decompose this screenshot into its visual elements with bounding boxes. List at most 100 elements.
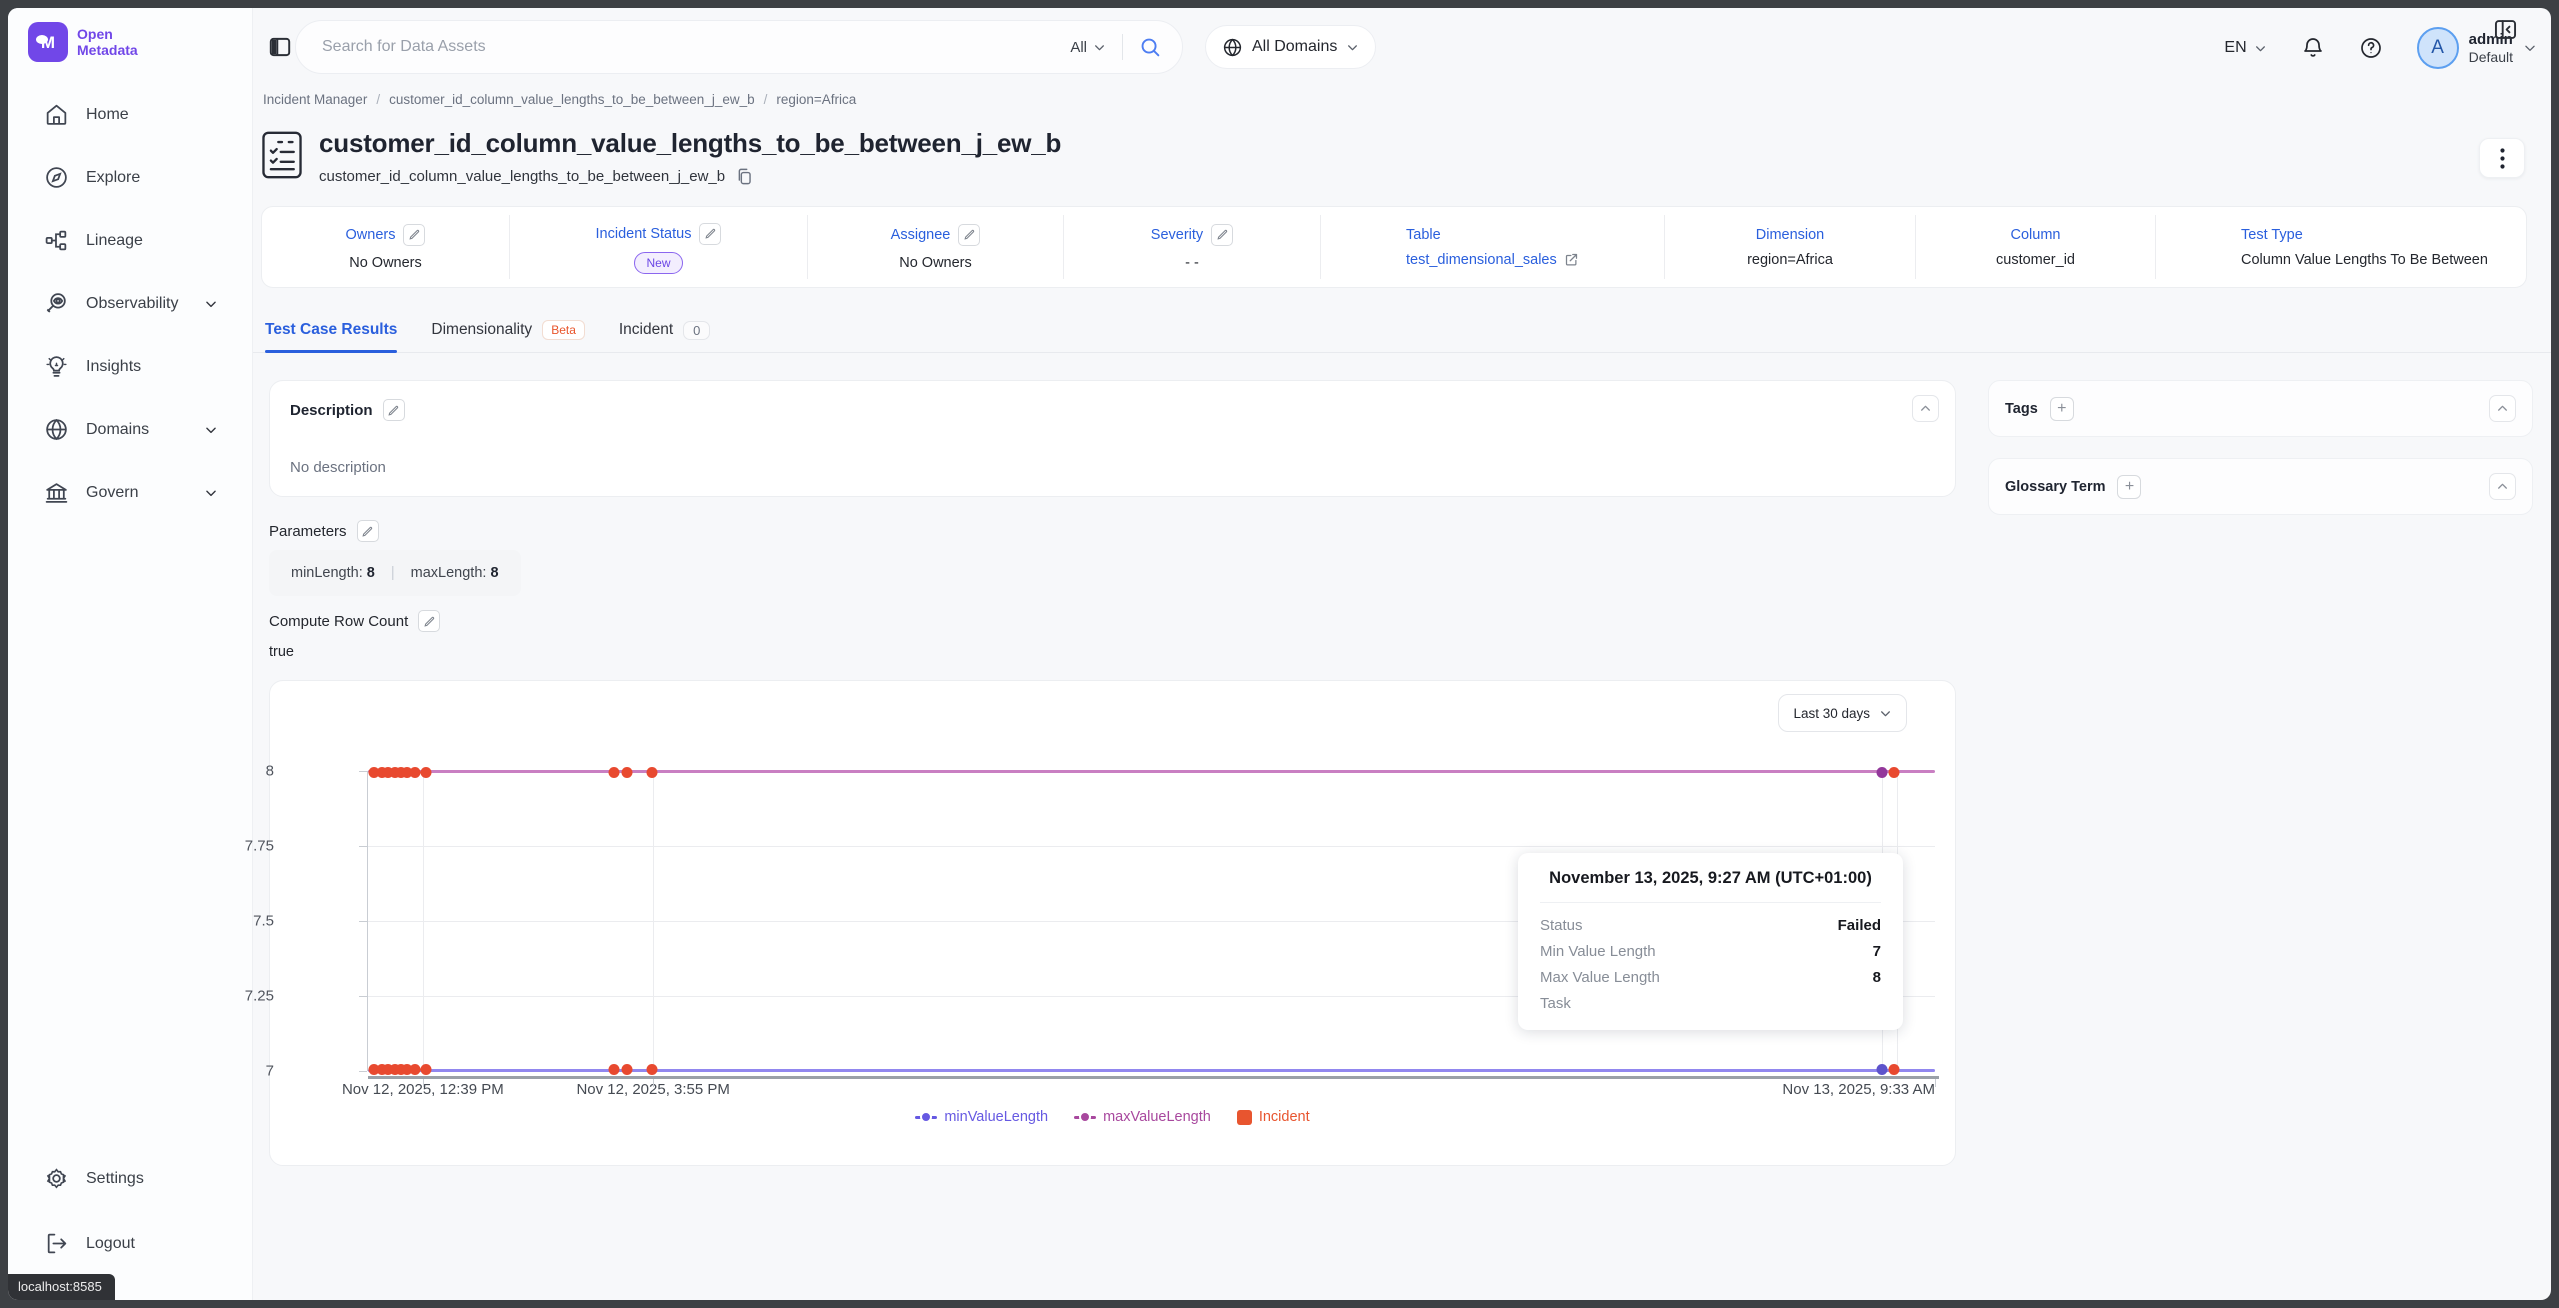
collapse-tags-button[interactable] — [2489, 395, 2516, 422]
incident-dot[interactable] — [420, 1064, 431, 1075]
copy-icon[interactable] — [735, 167, 754, 186]
sidebar-item-label: Settings — [86, 1170, 144, 1188]
incident-dot[interactable] — [646, 767, 657, 778]
sidebar-item-insights[interactable]: Insights — [8, 348, 252, 385]
breadcrumb-item[interactable]: customer_id_column_value_lengths_to_be_b… — [389, 92, 755, 107]
legend-label: Incident — [1259, 1109, 1310, 1125]
sidebar-item-logout[interactable]: Logout — [8, 1225, 252, 1262]
edit-compute-row-count-button[interactable] — [418, 610, 440, 632]
description-empty-text: No description — [290, 459, 1935, 476]
search-input[interactable] — [322, 38, 1070, 56]
sidebar-item-observability[interactable]: Observability — [8, 285, 252, 322]
param-name: maxLength: — [411, 565, 487, 581]
breadcrumb-item[interactable]: region=Africa — [776, 92, 856, 107]
edit-description-button[interactable] — [383, 399, 405, 421]
time-range-label: Last 30 days — [1793, 706, 1870, 721]
search-scope-dropdown[interactable]: All — [1070, 39, 1106, 56]
notifications-bell-icon[interactable] — [2301, 36, 2325, 60]
incident-dot[interactable] — [646, 1064, 657, 1075]
compass-icon — [44, 165, 69, 190]
chart-legend: minValueLength maxValueLength Incident — [270, 1109, 1955, 1125]
tab-test-case-results[interactable]: Test Case Results — [265, 308, 397, 352]
incident-dot[interactable] — [609, 767, 620, 778]
breadcrumb-item[interactable]: Incident Manager — [263, 92, 367, 107]
search-icon[interactable] — [1139, 36, 1162, 59]
legend-item-maxValueLength[interactable]: maxValueLength — [1074, 1109, 1211, 1125]
incident-dot[interactable] — [621, 767, 632, 778]
tab-dimensionality[interactable]: DimensionalityBeta — [431, 308, 584, 352]
tab-incident[interactable]: Incident0 — [619, 308, 711, 352]
chevron-down-icon — [2523, 41, 2537, 55]
active-data-point[interactable] — [1876, 1064, 1887, 1075]
param-name: minLength: — [291, 565, 363, 581]
summary-table: Table test_dimensional_sales — [1321, 207, 1664, 287]
openmetadata-logo[interactable]: M OpenMetadata — [28, 22, 138, 62]
legend-line-icon — [915, 1116, 937, 1119]
sidebar-item-home[interactable]: Home — [8, 96, 252, 133]
dimension-label: Dimension — [1756, 227, 1825, 243]
chevron-down-icon — [1093, 41, 1106, 54]
table-link[interactable]: test_dimensional_sales — [1406, 252, 1579, 268]
tooltip-label: Task — [1540, 995, 1571, 1012]
incident-dot[interactable] — [420, 767, 431, 778]
breadcrumb-separator: / — [376, 92, 380, 107]
sidebar-item-lineage[interactable]: Lineage — [8, 222, 252, 259]
globe-icon — [44, 417, 69, 442]
description-card: Description No description — [269, 380, 1956, 497]
sidebar-toggle-icon[interactable] — [267, 34, 293, 60]
incident-dot[interactable] — [1889, 1064, 1900, 1075]
breadcrumb-separator: / — [764, 92, 768, 107]
summary-assignee: Assignee No Owners — [808, 207, 1063, 287]
app-window: M OpenMetadata Home Explore Lineage Obse… — [8, 8, 2551, 1300]
language-dropdown[interactable]: EN — [2224, 39, 2266, 57]
edit-assignee-button[interactable] — [958, 224, 980, 246]
external-link-icon — [1564, 252, 1579, 267]
tags-panel: Tags + — [1988, 380, 2533, 437]
legend-item-Incident[interactable]: Incident — [1237, 1109, 1310, 1125]
y-tick-label: 7.5 — [253, 913, 274, 930]
param-separator: | — [391, 565, 395, 581]
sidebar-item-domains[interactable]: Domains — [8, 411, 252, 448]
sidebar-item-explore[interactable]: Explore — [8, 159, 252, 196]
incident-count-badge: 0 — [683, 321, 710, 340]
summary-incident-status: Incident Status New — [510, 207, 807, 287]
add-tag-button[interactable]: + — [2050, 397, 2074, 421]
tooltip-label: Min Value Length — [1540, 943, 1656, 960]
legend-item-minValueLength[interactable]: minValueLength — [915, 1109, 1048, 1125]
incident-status-badge: New — [634, 252, 682, 274]
chevron-up-icon — [2496, 402, 2509, 415]
edit-parameters-button[interactable] — [357, 520, 379, 542]
incident-dot[interactable] — [410, 767, 421, 778]
sidebar-item-settings[interactable]: Settings — [8, 1160, 252, 1197]
main-area: All All Domains EN A — [253, 8, 2551, 1300]
pencil-icon — [387, 404, 400, 417]
edit-severity-button[interactable] — [1211, 224, 1233, 246]
edit-owners-button[interactable] — [403, 224, 425, 246]
tooltip-row: Min Value Length7 — [1540, 943, 1881, 960]
collapse-right-panel-icon[interactable] — [2492, 16, 2519, 43]
gear-icon — [44, 1166, 69, 1191]
incident-dot[interactable] — [410, 1064, 421, 1075]
summary-column: Column customer_id — [1916, 207, 2155, 287]
sidebar-item-govern[interactable]: Govern — [8, 474, 252, 511]
assignee-value: No Owners — [899, 255, 972, 271]
collapse-description-button[interactable] — [1912, 395, 1939, 422]
compute-row-count-header: Compute Row Count — [269, 610, 440, 632]
tooltip-title: November 13, 2025, 9:27 AM (UTC+01:00) — [1540, 869, 1881, 903]
help-icon[interactable] — [2359, 36, 2383, 60]
tooltip-value: Failed — [1838, 917, 1881, 934]
incident-dot[interactable] — [609, 1064, 620, 1075]
more-actions-button[interactable] — [2479, 138, 2525, 178]
x-axis-line — [368, 1076, 1939, 1079]
active-data-point[interactable] — [1876, 767, 1887, 778]
incident-dot[interactable] — [1889, 767, 1900, 778]
incident-dot[interactable] — [621, 1064, 632, 1075]
time-range-dropdown[interactable]: Last 30 days — [1778, 694, 1907, 732]
test-case-icon — [261, 130, 303, 180]
page-fqn: customer_id_column_value_lengths_to_be_b… — [319, 168, 725, 185]
all-domains-button[interactable]: All Domains — [1205, 25, 1376, 69]
collapse-glossary-button[interactable] — [2489, 473, 2516, 500]
edit-incident-status-button[interactable] — [699, 223, 721, 245]
add-glossary-term-button[interactable]: + — [2117, 475, 2141, 499]
assignee-label: Assignee — [891, 227, 951, 243]
